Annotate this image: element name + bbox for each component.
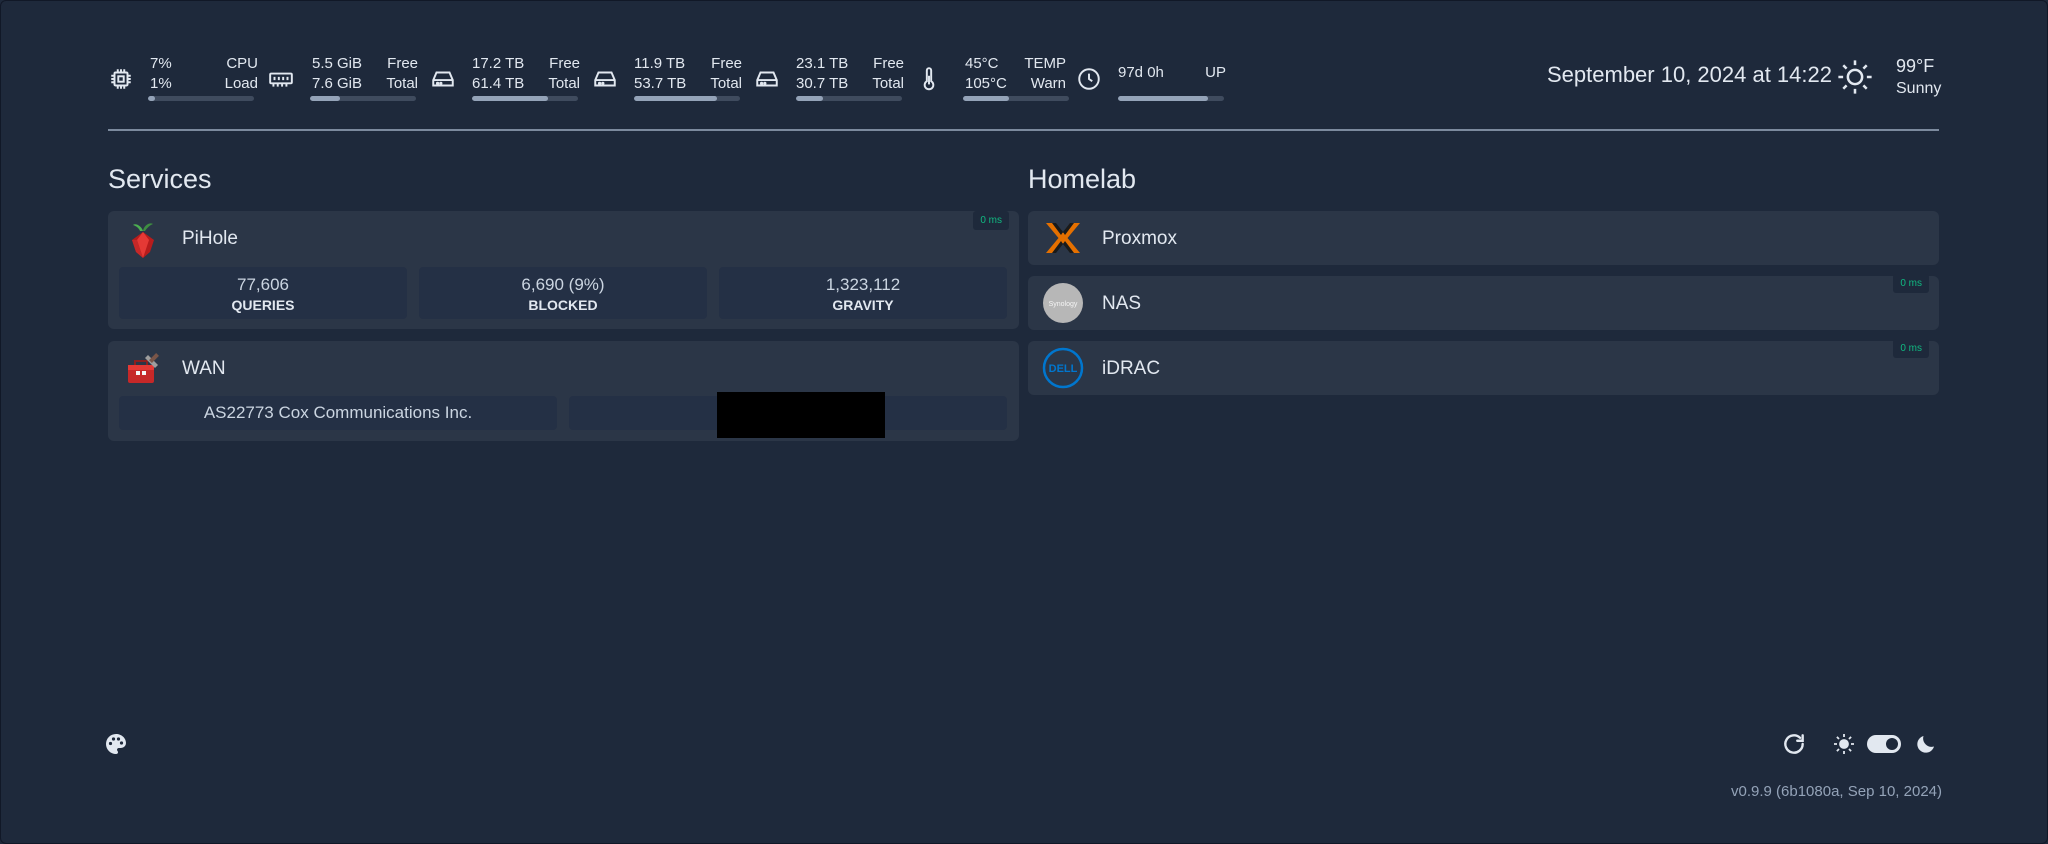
disk1-total-value: 61.4 TB <box>472 75 525 92</box>
memory-widget: 5.5 GiB 7.6 GiB Free Total <box>268 50 418 106</box>
ping-badge: 0 ms <box>973 211 1009 230</box>
disk2-bar <box>634 96 740 101</box>
memory-free-label: Free <box>387 55 418 72</box>
memory-total-label: Total <box>386 75 418 92</box>
memory-total-value: 7.6 GiB <box>312 75 363 92</box>
service-card-nas[interactable]: Synology NAS 0 ms <box>1028 274 1939 330</box>
service-name-proxmox: Proxmox <box>1102 228 1177 249</box>
service-name-wan: WAN <box>182 358 226 379</box>
memory-bar <box>310 96 416 101</box>
header-divider <box>108 129 1939 131</box>
group-title-services: Services <box>108 164 212 194</box>
stat-gravity-value: 1,323,112 <box>825 275 901 294</box>
disk-icon <box>754 66 780 92</box>
stat-isp-value: AS22773 Cox Communications Inc. <box>203 403 473 422</box>
light-mode-icon[interactable] <box>1832 732 1856 756</box>
wan-toolbox-icon <box>122 349 164 391</box>
stat-blocked-value: 6,690 (9%) <box>521 275 605 294</box>
redaction-box <box>717 392 885 438</box>
clock-icon <box>1076 66 1102 92</box>
disk1-total-label: Total <box>548 75 580 92</box>
weather-temp: 99°F <box>1896 56 1935 76</box>
disk-widget-2: 11.9 TB 53.7 TB Free Total <box>592 50 742 106</box>
refresh-icon[interactable] <box>1781 731 1807 757</box>
proxmox-icon <box>1042 217 1084 259</box>
disk3-total-label: Total <box>872 75 904 92</box>
ping-badge: 0 ms <box>1893 274 1929 293</box>
disk-widget-3: 23.1 TB 30.7 TB Free Total <box>754 50 904 106</box>
stat-queries-value: 77,606 <box>237 275 289 294</box>
toggle-knob <box>1886 738 1898 750</box>
service-card-proxmox[interactable]: Proxmox <box>1028 211 1939 265</box>
weather-condition: Sunny <box>1896 80 1942 97</box>
disk3-free-value: 23.1 TB <box>796 55 849 72</box>
temperature-widget: 45°C 105°C TEMP Warn <box>916 50 1069 106</box>
uptime-bar <box>1118 96 1224 101</box>
theme-toggle[interactable] <box>1867 735 1901 753</box>
stat-queries: 77,606 QUERIES <box>119 267 407 319</box>
disk3-free-label: Free <box>873 55 904 72</box>
disk2-total-value: 53.7 TB <box>634 75 687 92</box>
pihole-icon <box>122 219 164 261</box>
stat-gravity-label: GRAVITY <box>832 297 894 313</box>
disk2-free-value: 11.9 TB <box>634 55 686 72</box>
stat-isp: AS22773 Cox Communications Inc. <box>119 396 557 430</box>
datetime: September 10, 2024 at 14:22 <box>1547 62 1832 87</box>
service-card-idrac[interactable]: DELL iDRAC 0 ms <box>1028 339 1939 395</box>
dell-icon: DELL <box>1042 347 1084 389</box>
temp-value: 45°C <box>965 55 999 72</box>
version-info: v0.9.9 (6b1080a, Sep 10, 2024) <box>1731 783 1942 800</box>
uptime-widget: 97d 0h UP <box>1076 50 1226 106</box>
service-card-wan[interactable]: WAN AS22773 Cox Communications Inc. <box>108 341 1019 441</box>
stat-gravity: 1,323,112 GRAVITY <box>719 267 1007 319</box>
cpu-label: CPU <box>226 55 258 72</box>
service-name-idrac: iDRAC <box>1102 358 1161 379</box>
cpu-icon <box>108 66 134 92</box>
disk3-bar <box>796 96 902 101</box>
group-title-homelab: Homelab <box>1028 164 1137 194</box>
uptime-value: 97d 0h <box>1118 64 1164 81</box>
sun-icon <box>1836 58 1874 96</box>
memory-free-value: 5.5 GiB <box>312 55 363 72</box>
dell-logo-text: DELL <box>1049 363 1078 375</box>
disk1-free-value: 17.2 TB <box>472 55 525 72</box>
disk-icon <box>430 66 456 92</box>
disk3-total-value: 30.7 TB <box>796 75 849 92</box>
warn-label: Warn <box>1030 75 1066 92</box>
temp-bar <box>963 96 1069 101</box>
load-value: 1% <box>150 75 172 92</box>
service-card-pihole[interactable]: PiHole 0 ms 77,606 QUERIES 6,690 (9%) BL… <box>108 211 1019 329</box>
temp-warn-value: 105°C <box>965 75 1007 92</box>
disk2-free-label: Free <box>711 55 742 72</box>
stat-queries-label: QUERIES <box>231 297 295 313</box>
memory-icon <box>268 66 294 92</box>
disk1-free-label: Free <box>549 55 580 72</box>
disk-widget-1: 17.2 TB 61.4 TB Free Total <box>430 50 580 106</box>
disk-icon <box>592 66 618 92</box>
cpu-widget: 7% 1% CPU Load <box>108 50 258 106</box>
disk2-total-label: Total <box>710 75 742 92</box>
dark-mode-icon[interactable] <box>1914 732 1938 756</box>
cpu-value: 7% <box>150 55 172 72</box>
stat-blocked-label: BLOCKED <box>528 297 598 313</box>
service-name-nas: NAS <box>1102 293 1142 314</box>
synology-logo-text: Synology <box>1049 301 1078 308</box>
synology-icon: Synology <box>1042 282 1084 324</box>
uptime-label: UP <box>1205 64 1226 81</box>
temp-label: TEMP <box>1024 55 1066 72</box>
service-name-pihole: PiHole <box>182 228 238 249</box>
thermometer-icon <box>916 66 942 92</box>
cpu-bar <box>148 96 254 101</box>
stat-blocked: 6,690 (9%) BLOCKED <box>419 267 707 319</box>
ping-badge: 0 ms <box>1893 339 1929 358</box>
load-label: Load <box>224 75 258 92</box>
disk1-bar <box>472 96 578 101</box>
palette-icon[interactable] <box>104 732 128 756</box>
